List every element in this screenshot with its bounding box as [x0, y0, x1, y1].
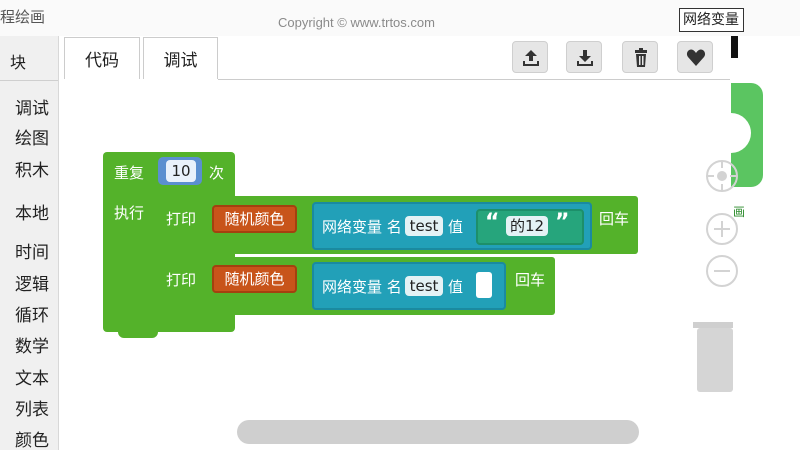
value-label-1: 值: [448, 218, 464, 236]
horizontal-scrollbar[interactable]: [237, 420, 639, 444]
repeat-count-field[interactable]: 10: [166, 160, 196, 182]
cloud-icon: [731, 113, 751, 153]
recenter-button[interactable]: [706, 160, 738, 192]
zoom-in-button[interactable]: [706, 213, 738, 245]
category-logic[interactable]: 逻辑: [15, 270, 49, 295]
download-button[interactable]: [566, 41, 602, 73]
copyright-text: Copyright © www.trtos.com: [278, 15, 435, 30]
edge-strip: [731, 36, 738, 58]
variable-name-field-1[interactable]: test: [405, 216, 443, 236]
quote-close-icon: ”: [555, 210, 570, 235]
search-input[interactable]: 网络变量: [679, 8, 744, 32]
category-math[interactable]: 数学: [15, 332, 49, 357]
category-color[interactable]: 颜色: [15, 426, 49, 451]
plus-icon: [714, 221, 730, 237]
category-time[interactable]: 时间: [15, 238, 49, 263]
variable-name-field-2[interactable]: test: [405, 276, 443, 296]
value-label-2: 值: [448, 278, 464, 296]
target-icon: [708, 162, 736, 190]
string-value-field[interactable]: 的12: [506, 216, 548, 236]
tab-debug[interactable]: 调试: [143, 37, 218, 79]
title-bar: 程绘画 Copyright © www.trtos.com 网络变量: [0, 0, 800, 36]
upload-button[interactable]: [512, 41, 548, 73]
newline-label-2: 回车: [515, 271, 546, 289]
category-blocks[interactable]: 积木: [15, 156, 49, 181]
download-icon: [577, 50, 593, 66]
repeat-label: 重复: [114, 164, 145, 182]
random-color-block-1[interactable]: 随机颜色: [212, 205, 297, 233]
delete-button[interactable]: [622, 41, 658, 73]
minus-icon: [714, 270, 730, 272]
print-label-1: 打印: [166, 210, 197, 228]
sidebar-header: 块: [0, 36, 58, 81]
favorite-button[interactable]: [677, 41, 713, 73]
zoom-out-button[interactable]: [706, 255, 738, 287]
category-text[interactable]: 文本: [15, 364, 49, 389]
category-loop[interactable]: 循环: [15, 301, 49, 326]
upload-icon: [523, 50, 539, 66]
category-local[interactable]: 本地: [15, 199, 49, 224]
category-sidebar: 块 调试 绘图 积木 本地 时间 逻辑 循环 数学 文本 列表 颜色: [0, 36, 59, 451]
heart-icon: [686, 49, 706, 66]
repeat-times-label: 次: [209, 164, 225, 182]
category-debug[interactable]: 调试: [15, 94, 49, 119]
net-variable-label-1: 网络变量 名: [322, 218, 402, 236]
trash-icon: [635, 48, 647, 67]
newline-label-1: 回车: [599, 210, 630, 228]
sidebar-header-label: 块: [10, 53, 27, 72]
tab-code[interactable]: 代码: [64, 37, 140, 79]
category-draw[interactable]: 绘图: [15, 124, 49, 149]
net-variable-label-2: 网络变量 名: [322, 278, 402, 296]
category-list[interactable]: 列表: [15, 395, 49, 420]
workspace-trash-can[interactable]: [693, 322, 733, 392]
app-title: 程绘画: [0, 8, 46, 26]
print-label-2: 打印: [166, 271, 197, 289]
quote-open-icon: “: [485, 210, 500, 235]
repeat-block-notch: [118, 326, 158, 338]
random-color-block-2[interactable]: 随机颜色: [212, 265, 297, 293]
empty-value-slot[interactable]: [476, 272, 492, 298]
repeat-do-label: 执行: [114, 204, 145, 222]
